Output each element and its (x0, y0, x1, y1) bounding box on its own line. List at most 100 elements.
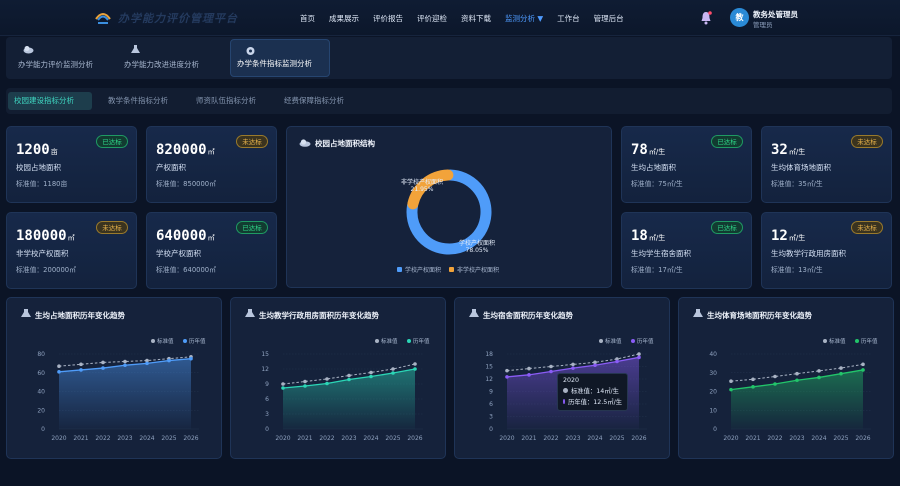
data-point[interactable] (123, 359, 127, 364)
nav-reports[interactable]: 评价报告 (373, 13, 403, 24)
data-point[interactable] (751, 385, 755, 389)
kpi-card: 18㎡/生 生均学生宿舍面积 标准值：17㎡/生 已达标 (621, 212, 752, 289)
data-point[interactable] (391, 367, 395, 371)
x-tick-label: 2026 (631, 435, 646, 442)
nav-monitoring[interactable]: 监测分析 ▼ (505, 13, 543, 24)
nav-home[interactable]: 首页 (300, 13, 315, 24)
data-point[interactable] (571, 362, 575, 367)
data-point[interactable] (729, 379, 733, 383)
data-point[interactable] (861, 362, 865, 367)
data-point[interactable] (57, 364, 61, 368)
y-tick-label: 30 (709, 370, 717, 377)
data-point[interactable] (817, 375, 821, 380)
data-point[interactable] (549, 369, 553, 374)
nav-achievements[interactable]: 成果展示 (329, 13, 359, 24)
tab-condition-monitoring[interactable]: 办学条件指标监测分析 (230, 39, 330, 77)
data-point[interactable] (527, 366, 531, 371)
data-point[interactable] (839, 366, 843, 370)
data-point[interactable] (347, 377, 351, 382)
data-point[interactable] (729, 387, 733, 392)
subtab-funding[interactable]: 经费保障指标分析 (278, 92, 350, 110)
slice-percent: 78.05% (466, 247, 489, 254)
data-point[interactable] (773, 382, 777, 386)
data-point[interactable] (795, 378, 799, 383)
data-point[interactable] (369, 374, 373, 379)
data-point[interactable] (123, 363, 127, 368)
kpi-standard: 标准值：75㎡/生 (631, 180, 683, 188)
nav-workbench[interactable]: 工作台 (557, 13, 580, 24)
avatar[interactable]: 教 (730, 8, 749, 27)
kpi-card: 12㎡/生 生均教学行政用房面积 标准值：13㎡/生 未达标 (761, 212, 892, 289)
subtab-campus[interactable]: 校园建设指标分析 (8, 92, 92, 110)
nav-inspection[interactable]: 评价迎检 (417, 13, 447, 24)
data-point[interactable] (773, 374, 777, 379)
y-tick-label: 3 (489, 414, 493, 421)
data-point[interactable] (303, 384, 307, 388)
data-point[interactable] (145, 361, 149, 366)
tab-evaluation-monitoring[interactable]: 办学能力评价监测分析 (18, 39, 122, 77)
legend-label: 标准值 (605, 337, 622, 345)
x-tick-label: 2024 (587, 435, 602, 442)
data-point[interactable] (615, 359, 619, 364)
x-tick-label: 2025 (161, 435, 176, 442)
legend-marker (855, 339, 859, 343)
tab-improvement-progress[interactable]: 办学能力改进进度分析 (124, 39, 226, 77)
top-header: 办学能力评价管理平台 首页 成果展示 评价报告 评价迎检 资料下载 监测分析 ▼… (0, 0, 900, 36)
kpi-card: 820000㎡ 产权面积 标准值：850000㎡ 未达标 (146, 126, 277, 203)
data-point[interactable] (413, 362, 417, 366)
data-point[interactable] (413, 367, 417, 371)
data-point[interactable] (505, 368, 509, 373)
y-tick-label: 0 (265, 426, 269, 433)
subtab-faculty[interactable]: 师资队伍指标分析 (190, 92, 262, 110)
data-point[interactable] (79, 362, 83, 367)
data-point[interactable] (593, 363, 597, 368)
legend-label: 历年值 (637, 337, 654, 345)
kpi-card: 640000㎡ 学校产权面积 标准值：640000㎡ 已达标 (146, 212, 277, 289)
data-point[interactable] (369, 370, 373, 375)
kpi-standard: 标准值：850000㎡ (156, 180, 216, 188)
data-point[interactable] (79, 368, 83, 372)
data-point[interactable] (101, 366, 105, 370)
data-point[interactable] (527, 373, 531, 377)
chart-tooltip: 2020 标准值：14㎡/生 历年值：12.5㎡/生 (557, 373, 628, 411)
status-badge: 已达标 (96, 135, 128, 148)
data-point[interactable] (189, 356, 193, 361)
x-tick-label: 2020 (51, 435, 66, 442)
data-point[interactable] (303, 379, 307, 384)
data-point[interactable] (325, 377, 329, 381)
data-point[interactable] (571, 366, 575, 370)
data-point[interactable] (167, 358, 171, 363)
line-chart-card: 生均教学行政用房面积历年变化趋势 0 3 6 9 12 15 2020 2021 2022 202… (230, 297, 446, 459)
x-tick-label: 2020 (723, 435, 738, 442)
status-badge: 已达标 (711, 221, 743, 234)
status-badge: 已达标 (236, 221, 268, 234)
y-tick-label: 0 (489, 426, 493, 433)
main-nav: 首页 成果展示 评价报告 评价迎检 资料下载 监测分析 ▼ 工作台 管理后台 (300, 0, 638, 36)
data-point[interactable] (281, 382, 285, 386)
data-point[interactable] (817, 369, 821, 373)
data-point[interactable] (637, 352, 641, 356)
nav-downloads[interactable]: 资料下载 (461, 13, 491, 24)
data-point[interactable] (637, 355, 641, 360)
data-point[interactable] (101, 360, 105, 365)
kpi-value: 12㎡/生 (771, 228, 806, 244)
data-point[interactable] (861, 368, 865, 372)
data-point[interactable] (505, 375, 509, 379)
kpi-label: 生均占地面积 (631, 163, 676, 172)
module-tab-bar: 办学能力评价监测分析 办学能力改进进度分析 办学条件指标监测分析 (6, 37, 892, 79)
data-point[interactable] (839, 371, 843, 376)
data-point[interactable] (751, 377, 755, 382)
data-point[interactable] (549, 364, 553, 369)
data-point[interactable] (391, 371, 395, 375)
tooltip-history: 历年值：12.5㎡/生 (563, 397, 622, 406)
x-tick-label: 2023 (341, 435, 356, 442)
data-point[interactable] (57, 370, 61, 374)
bell-icon[interactable] (700, 11, 712, 25)
status-badge: 已达标 (711, 135, 743, 148)
data-point[interactable] (795, 371, 799, 376)
data-point[interactable] (347, 373, 351, 378)
subtab-teaching[interactable]: 教学条件指标分析 (102, 92, 174, 110)
nav-admin[interactable]: 管理后台 (594, 13, 624, 24)
data-point[interactable] (325, 381, 329, 386)
data-point[interactable] (281, 386, 285, 390)
